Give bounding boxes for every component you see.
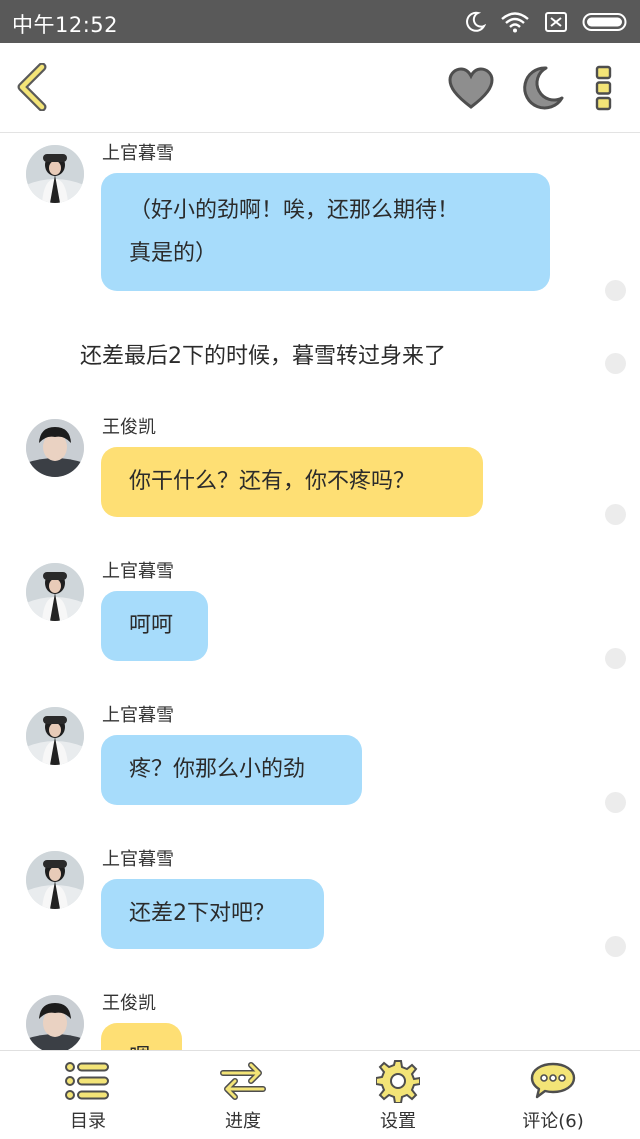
- avatar-boy-image: [26, 995, 84, 1050]
- message-bubble[interactable]: （好小的劲啊！唉，还那么期待！ 真是的）: [101, 173, 550, 291]
- avatar[interactable]: [26, 563, 84, 621]
- comment-dot[interactable]: [605, 648, 626, 669]
- comment-icon: [530, 1062, 576, 1099]
- avatar-girl-image: [26, 851, 84, 909]
- narration-text: 还差最后2下的时候，暮雪转过身来了: [80, 344, 446, 369]
- message-text: 还差2下对吧？: [129, 901, 275, 926]
- nav-label: 进度: [225, 1111, 261, 1132]
- message-text: 疼？你那么小的劲: [129, 757, 306, 782]
- comment-dot[interactable]: [605, 280, 626, 301]
- nav-progress[interactable]: 进度: [163, 1051, 323, 1139]
- avatar-girl-image: [26, 707, 84, 765]
- sender-name: 王俊凯: [102, 417, 156, 438]
- nav-settings[interactable]: 设置: [318, 1051, 478, 1139]
- list-icon: [65, 1062, 109, 1100]
- status-icons: [464, 9, 630, 35]
- chevron-left-icon: [17, 62, 47, 112]
- night-mode-button[interactable]: [518, 64, 566, 112]
- favorite-button[interactable]: [447, 67, 495, 111]
- nav-comments[interactable]: 评论(6): [473, 1051, 633, 1139]
- message-bubble[interactable]: 呵呵: [101, 591, 208, 661]
- comment-dot[interactable]: [605, 353, 626, 374]
- swap-arrows-icon: [220, 1062, 266, 1100]
- nav-label: 设置: [380, 1111, 416, 1132]
- message-text: 呵呵: [129, 613, 174, 638]
- sender-name: 上官暮雪: [102, 849, 174, 870]
- no-sim-icon: [545, 12, 567, 32]
- bottom-nav: 目录 进度 设置 评论(6): [0, 1050, 640, 1139]
- comment-dot[interactable]: [605, 504, 626, 525]
- message-bubble[interactable]: 还差2下对吧？: [101, 879, 324, 949]
- avatar-boy-image: [26, 419, 84, 477]
- avatar-girl-image: [26, 145, 84, 203]
- message-text: 你干什么？还有，你不疼吗？: [129, 469, 416, 494]
- sender-name: 上官暮雪: [102, 561, 174, 582]
- comment-dot[interactable]: [605, 792, 626, 813]
- moon-icon: [523, 66, 564, 110]
- message-text-line: （好小的劲啊！唉，还那么期待！: [129, 198, 460, 223]
- message-bubble[interactable]: 你干什么？还有，你不疼吗？: [101, 447, 483, 517]
- gear-icon: [376, 1060, 420, 1103]
- avatar[interactable]: [26, 419, 84, 477]
- more-vertical-icon: [595, 65, 612, 111]
- sender-name: 上官暮雪: [102, 705, 174, 726]
- status-time: 中午12:52: [12, 13, 119, 37]
- back-button[interactable]: [14, 62, 54, 112]
- message-text-line: 真是的）: [129, 241, 218, 266]
- nav-label: 目录: [70, 1111, 106, 1132]
- sender-name: 王俊凯: [102, 993, 156, 1014]
- wifi-icon: [501, 12, 529, 33]
- moon-status-icon: [466, 11, 486, 32]
- heart-icon: [448, 67, 494, 109]
- avatar[interactable]: [26, 851, 84, 909]
- status-bar: 中午12:52: [0, 0, 640, 43]
- avatar[interactable]: [26, 707, 84, 765]
- battery-icon: [582, 13, 627, 31]
- nav-label: 评论(6): [522, 1111, 584, 1132]
- message-bubble[interactable]: 疼？你那么小的劲: [101, 735, 362, 805]
- sender-name: 上官暮雪: [102, 143, 174, 164]
- reader-header: [0, 43, 640, 133]
- avatar[interactable]: [26, 995, 84, 1050]
- avatar-girl-image: [26, 563, 84, 621]
- more-button[interactable]: [592, 65, 616, 111]
- message-bubble[interactable]: 嗯: [101, 1023, 182, 1050]
- avatar[interactable]: [26, 145, 84, 203]
- nav-catalog[interactable]: 目录: [8, 1051, 168, 1139]
- comment-dot[interactable]: [605, 936, 626, 957]
- chat-area[interactable]: 上官暮雪 （好小的劲啊！唉，还那么期待！ 真是的） 还差最后2下的时候，暮雪转过…: [0, 133, 640, 1050]
